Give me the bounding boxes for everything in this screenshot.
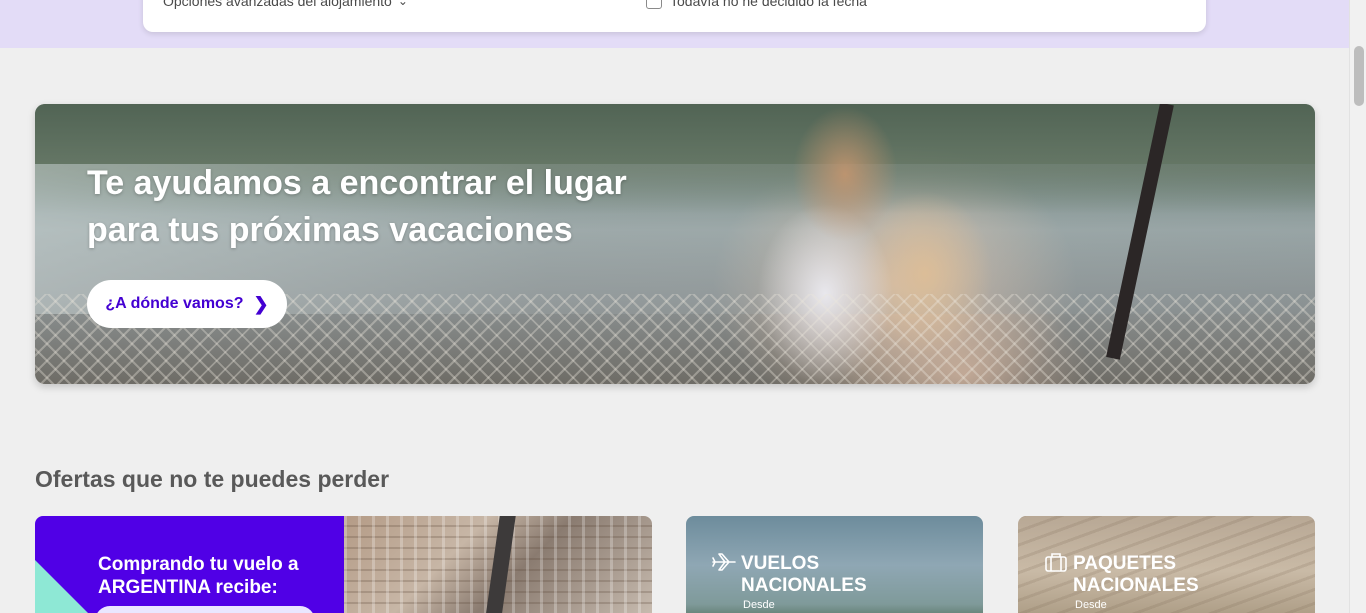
hero-banner: Te ayudamos a encontrar el lugar para tu… (35, 104, 1315, 384)
no-date-checkbox[interactable] (646, 0, 662, 9)
no-date-option[interactable]: Todavía no he decidido la fecha (646, 0, 867, 9)
offer-card-title-line1: PAQUETES (1073, 553, 1177, 574)
suitcase-icon (1045, 553, 1067, 572)
offers-section-title: Ofertas que no te puedes perder (35, 466, 390, 492)
offer-card-desde: Desde (1075, 599, 1107, 611)
chevron-down-icon: ⌄ (397, 0, 408, 8)
hero-title-line2: para tus próximas vacaciones (87, 211, 573, 249)
promo-card-city-street (484, 516, 516, 613)
promo-card-panel: Comprando tu vuelo a ARGENTINA recibe: (35, 516, 344, 613)
plane-icon (712, 553, 736, 571)
advanced-options-label: Opciones avanzadas del alojamiento (163, 0, 392, 9)
where-to-go-label: ¿A dónde vamos? (105, 295, 244, 312)
offer-card-title: VUELOS NACIONALES (741, 553, 867, 597)
offer-card-desde: Desde (743, 599, 775, 611)
promo-card-line2: ARGENTINA recibe: (98, 577, 278, 598)
no-date-label: Todavía no he decidido la fecha (670, 0, 867, 9)
where-to-go-button[interactable]: ¿A dónde vamos? ❯ (87, 280, 287, 328)
offer-card-title-line2: NACIONALES (1073, 575, 1199, 596)
promo-card-text: Comprando tu vuelo a ARGENTINA recibe: (98, 553, 299, 599)
promo-card-line1: Comprando tu vuelo a (98, 554, 299, 575)
offer-card-title-line2: NACIONALES (741, 575, 867, 596)
promo-card-accent-shape (35, 560, 95, 613)
advanced-options-link[interactable]: Opciones avanzadas del alojamiento ⌄ (163, 0, 408, 9)
scrollbar-thumb[interactable] (1354, 46, 1364, 106)
promo-card-city-photo (344, 516, 652, 613)
hero-title-line1: Te ayudamos a encontrar el lugar (87, 164, 627, 202)
promo-card-argentina[interactable]: Comprando tu vuelo a ARGENTINA recibe: (35, 516, 652, 613)
hero-title: Te ayudamos a encontrar el lugar para tu… (87, 160, 707, 254)
search-card: Opciones avanzadas del alojamiento ⌄ Tod… (143, 0, 1206, 32)
promo-card-pill (95, 606, 315, 613)
search-band: Opciones avanzadas del alojamiento ⌄ Tod… (0, 0, 1366, 48)
offer-card-paquetes-nacionales[interactable]: PAQUETES NACIONALES Desde (1018, 516, 1315, 613)
offer-card-title: PAQUETES NACIONALES (1073, 553, 1199, 597)
chevron-right-icon: ❯ (253, 293, 269, 314)
page-scrollbar[interactable] (1349, 0, 1366, 613)
offer-card-vuelos-nacionales[interactable]: VUELOS NACIONALES Desde (686, 516, 983, 613)
offer-card-title-line1: VUELOS (741, 553, 820, 574)
